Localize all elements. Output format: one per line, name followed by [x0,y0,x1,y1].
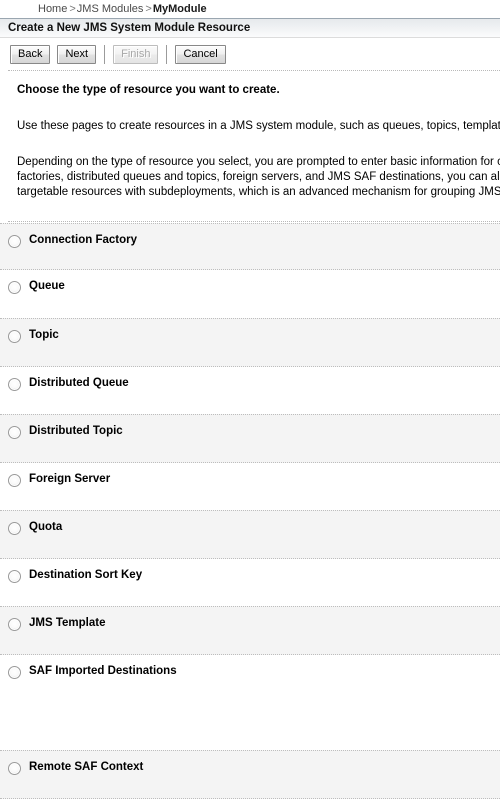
resource-type-option-row[interactable]: SAF Imported Destinations [0,655,500,750]
radio-connection-factory[interactable] [8,235,21,248]
resource-type-option-label[interactable]: SAF Imported Destinations [29,665,177,677]
detail-paragraph-line-3: targetable resources with subdeployments… [17,186,500,198]
radio-distributed-topic[interactable] [8,426,21,439]
wizard-button-toolbar: Back Next Finish Cancel [0,38,500,70]
resource-type-option-label[interactable]: Distributed Topic [29,425,123,437]
resource-type-option-label[interactable]: Connection Factory [29,234,137,246]
radio-remote-saf-context[interactable] [8,762,21,775]
radio-topic[interactable] [8,330,21,343]
resource-type-option-row[interactable]: Topic [0,318,500,367]
radio-quota[interactable] [8,522,21,535]
cancel-button[interactable]: Cancel [175,44,226,64]
page-title-bar: Create a New JMS System Module Resource [0,18,500,38]
radio-distributed-queue[interactable] [8,378,21,391]
radio-jms-template[interactable] [8,618,21,631]
breadcrumb-item-mymodule: MyModule [152,3,207,15]
breadcrumb-item-home[interactable]: Home [38,3,67,15]
resource-type-option-row[interactable]: Distributed Topic [0,414,500,463]
breadcrumb-items: Home >JMS Modules >MyModule [38,3,207,15]
breadcrumb-separator: > [145,3,152,15]
resource-type-option-row[interactable]: JMS Template [0,606,500,655]
resource-type-option-label[interactable]: Queue [29,280,65,292]
resource-type-option-row[interactable]: Distributed Queue [0,367,500,414]
radio-queue[interactable] [8,281,21,294]
intro-paragraph: Use these pages to create resources in a… [17,120,500,132]
resource-type-option-label[interactable]: Destination Sort Key [29,569,142,581]
resource-type-option-label[interactable]: Quota [29,521,62,533]
toolbar-divider-2 [166,44,168,64]
next-button[interactable]: Next [57,44,97,64]
detail-paragraph-line-2: factories, distributed queues and topics… [17,171,500,183]
resource-type-option-label[interactable]: Remote SAF Context [29,761,143,773]
resource-type-option-row[interactable]: Queue [0,270,500,318]
content-separator-wrap [0,200,500,223]
breadcrumb: Home >JMS Modules >MyModule [0,0,500,18]
resource-type-option-row[interactable]: Connection Factory [0,223,500,270]
finish-button: Finish [113,44,159,64]
page-title: Create a New JMS System Module Resource [8,22,251,34]
back-button[interactable]: Back [10,44,51,64]
breadcrumb-separator: > [69,3,76,15]
resource-type-option-row[interactable]: Remote SAF Context [0,750,500,799]
resource-type-option-label[interactable]: Distributed Queue [29,377,129,389]
section-heading: Choose the type of resource you want to … [17,84,280,96]
toolbar-divider-1 [104,44,106,64]
detail-paragraph-line-1: Depending on the type of resource you se… [17,156,500,168]
resource-type-option-label[interactable]: Topic [29,329,59,341]
resource-type-option-row[interactable]: Foreign Server [0,463,500,510]
wizard-content: Choose the type of resource you want to … [0,72,500,200]
resource-type-option-list: Connection Factory Queue Topic Distributed … [0,223,500,799]
resource-type-option-label[interactable]: JMS Template [29,617,105,629]
breadcrumb-item-jms-modules[interactable]: JMS Modules [77,3,144,15]
resource-type-option-row[interactable]: Quota [0,510,500,559]
radio-saf-imported-destinations[interactable] [8,666,21,679]
radio-destination-sort-key[interactable] [8,570,21,583]
resource-type-option-row[interactable]: Destination Sort Key [0,559,500,606]
radio-foreign-server[interactable] [8,474,21,487]
resource-type-option-label[interactable]: Foreign Server [29,473,110,485]
